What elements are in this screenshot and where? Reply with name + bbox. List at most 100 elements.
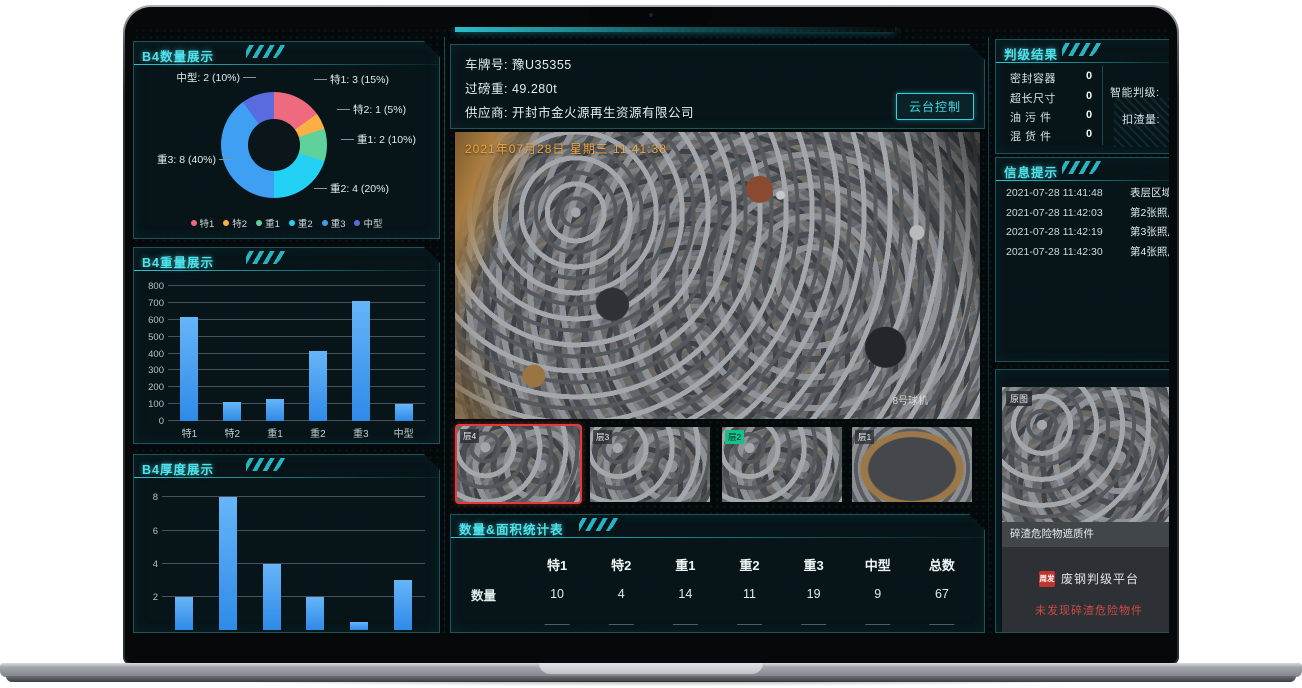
table-cell: 4 bbox=[589, 579, 653, 609]
origin-image[interactable]: 原图 bbox=[1002, 387, 1169, 522]
legend-label: 特2 bbox=[232, 216, 247, 230]
header-glow-bar bbox=[455, 27, 895, 32]
grading-field-value: 0 bbox=[1086, 90, 1092, 102]
message-time: 2021-07-28 11:42:19 bbox=[1006, 223, 1124, 243]
supplier-label: 供应商: bbox=[465, 106, 508, 120]
legend-label: 重1 bbox=[265, 216, 280, 230]
panel-header: 数量&面积统计表 bbox=[451, 515, 984, 537]
axis-tick-label: 0 bbox=[138, 416, 164, 427]
legend-dot-icon bbox=[256, 220, 262, 226]
bar bbox=[175, 597, 193, 630]
axis-tick-label: 400 bbox=[138, 349, 164, 360]
table-cell: 9 bbox=[846, 579, 910, 609]
axis-category-label: 特1 bbox=[167, 425, 211, 440]
column-divider bbox=[988, 37, 989, 633]
axis-tick-label: 500 bbox=[138, 332, 164, 343]
weight-value: 49.280t bbox=[512, 82, 557, 96]
thumbnail-layer2[interactable]: 层2 bbox=[722, 427, 842, 502]
grid-line bbox=[162, 596, 425, 597]
thumbnail-layer4[interactable]: 层4 bbox=[455, 424, 582, 504]
camera-watermark: 8号球机 bbox=[892, 392, 928, 407]
supplier-row: 供应商: 开封市金火源再生资源有限公司 bbox=[465, 102, 694, 121]
legend-label: 重3 bbox=[331, 216, 346, 230]
axis-tick-label: 600 bbox=[138, 315, 164, 326]
table-header-cell: 特1 bbox=[525, 549, 589, 579]
message-row: 2021-07-28 11:42:03第2张照片表层 bbox=[1006, 204, 1169, 224]
axis-tick-label: 2 bbox=[133, 592, 158, 603]
brand-logo-icon: 周发 bbox=[1039, 571, 1055, 587]
grading-panel: 判级结果 密封容器 0 超长尺寸 0 油 污 件 0 混 货 件 0 智能判级:… bbox=[995, 39, 1169, 154]
hatch-decoration bbox=[1114, 98, 1169, 147]
header-underline bbox=[996, 180, 1169, 181]
thumbnail-strip: 层4 层3 层2 层1 bbox=[455, 424, 983, 506]
column-divider bbox=[444, 37, 445, 633]
header-underline bbox=[134, 64, 439, 65]
grading-field-label: 混 货 件 bbox=[1010, 128, 1052, 144]
bar bbox=[350, 622, 368, 630]
grid-line bbox=[168, 353, 425, 354]
pie-callout: 特2: 1 (5%) bbox=[353, 102, 406, 117]
panel-title: 信息提示 bbox=[1004, 162, 1058, 181]
header-underline bbox=[134, 477, 439, 478]
grid-line bbox=[162, 496, 425, 497]
truck-bed-overlay bbox=[455, 132, 980, 419]
legend-dot-icon bbox=[191, 220, 197, 226]
panel-header: 信息提示 bbox=[996, 158, 1169, 180]
grading-field-value: 0 bbox=[1086, 128, 1092, 140]
message-text: 第4张照片表层 bbox=[1130, 243, 1169, 263]
table-row-label: 数量 bbox=[461, 579, 525, 609]
stats-table-panel: 数量&面积统计表 特1特2重1重2重3中型总数数量104141119967———… bbox=[450, 514, 985, 633]
table-cell: 10 bbox=[525, 579, 589, 609]
ptz-control-button[interactable]: 云台控制 bbox=[896, 93, 974, 120]
thumbnail-layer3[interactable]: 层3 bbox=[590, 427, 710, 502]
table-cell: 67 bbox=[910, 579, 974, 609]
legend-dot-icon bbox=[322, 220, 328, 226]
axis-category-label: 特2 bbox=[210, 425, 254, 440]
bar bbox=[306, 597, 324, 630]
main-camera-image[interactable]: 2021年07月28日 星期三 11:41:38 8号球机 bbox=[455, 132, 980, 419]
pie-callout: 重3: 8 (40%) bbox=[144, 152, 216, 167]
bar bbox=[394, 580, 412, 630]
webcam-notch bbox=[590, 7, 712, 24]
grading-field-label: 超长尺寸 bbox=[1010, 90, 1056, 106]
axis-category-label: 中型 bbox=[382, 425, 426, 440]
weight-label: 过磅重: bbox=[465, 82, 508, 96]
header-decoration-icon bbox=[579, 518, 621, 531]
table-cell-cropped: —— bbox=[846, 609, 910, 633]
bar bbox=[223, 402, 241, 421]
thumbnail-badge: 层3 bbox=[593, 430, 612, 444]
table-header-cell: 中型 bbox=[846, 549, 910, 579]
supplier-value: 开封市金火源再生资源有限公司 bbox=[512, 106, 694, 120]
donut-hole bbox=[248, 119, 300, 171]
grading-field-label: 油 污 件 bbox=[1010, 109, 1052, 125]
pie-callout: 中型: 2 (10%) bbox=[140, 70, 240, 85]
legend-label: 重2 bbox=[298, 216, 313, 230]
table-header-cell: 重3 bbox=[782, 549, 846, 579]
grid-line bbox=[168, 403, 425, 404]
quantity-panel: B4数量展示 特1: 3 (15%) 特2: 1 (5%) 重1: 2 (10%… bbox=[133, 41, 440, 239]
weight-panel: B4重量展示 0100200300400500600700800特1特2重1重2… bbox=[133, 247, 440, 444]
thumbnail-badge: 层4 bbox=[460, 429, 479, 443]
table-header-cell bbox=[461, 549, 525, 579]
camera-timestamp: 2021年07月28日 星期三 11:41:38 bbox=[465, 140, 667, 157]
donut-legend: 特1特2重1重2重3中型 bbox=[134, 216, 439, 230]
thickness-panel: B4厚度展示 2468 bbox=[133, 454, 440, 633]
bar bbox=[309, 351, 327, 421]
table-cell-cropped: —— bbox=[653, 609, 717, 633]
panel-header: 判级结果 bbox=[996, 40, 1169, 62]
thumbnail-layer1[interactable]: 层1 bbox=[852, 427, 972, 502]
table-cell-cropped: —— bbox=[717, 609, 781, 633]
header-decoration-icon bbox=[246, 251, 288, 264]
laptop-shadow bbox=[20, 681, 1282, 688]
bar bbox=[352, 301, 370, 421]
laptop-base-notch bbox=[539, 663, 763, 674]
legend-item: 重1 bbox=[256, 216, 280, 230]
legend-item: 重3 bbox=[322, 216, 346, 230]
table-header-cell: 重1 bbox=[653, 549, 717, 579]
legend-label: 中型 bbox=[363, 216, 382, 230]
platform-name: 废钢判级平台 bbox=[1061, 570, 1139, 587]
laptop-screen: B4数量展示 特1: 3 (15%) 特2: 1 (5%) 重1: 2 (10%… bbox=[123, 5, 1179, 665]
table-header-cell: 特2 bbox=[589, 549, 653, 579]
message-text: 表层区域计算成 bbox=[1130, 184, 1169, 204]
table-cell: 19 bbox=[782, 579, 846, 609]
